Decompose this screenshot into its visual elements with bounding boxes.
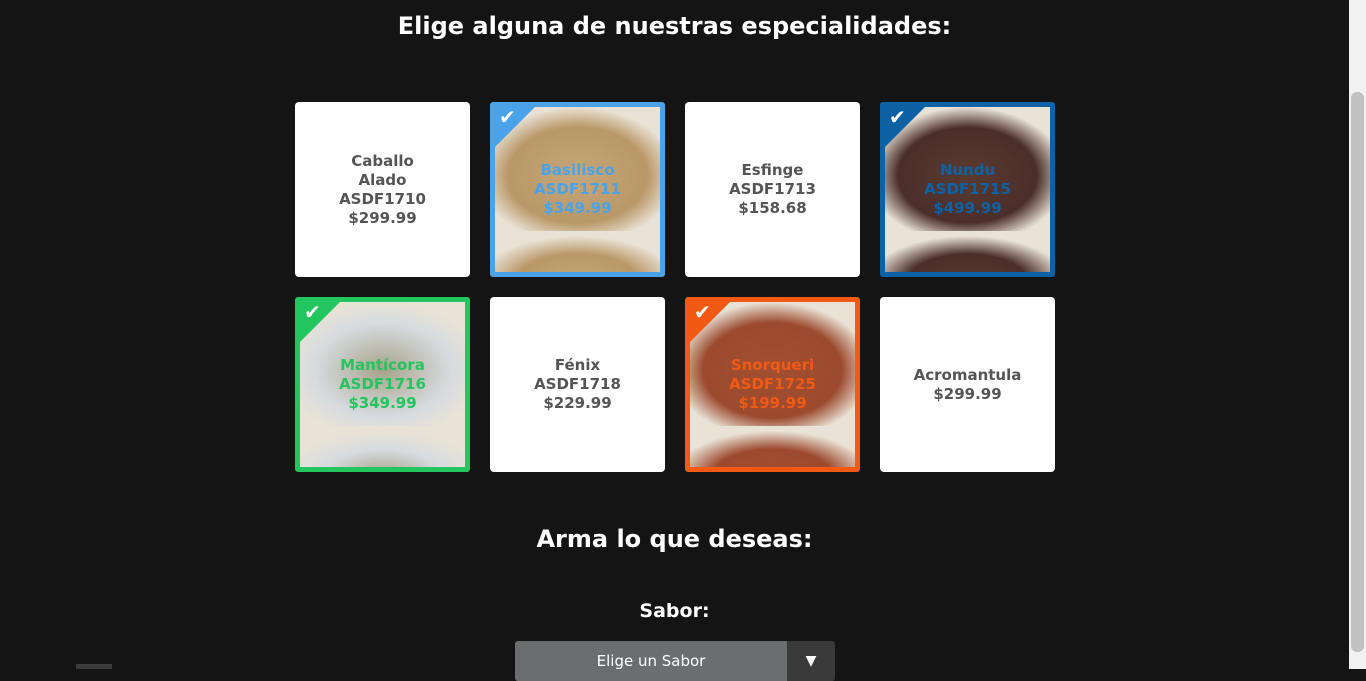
specialty-card-label: Fénix ASDF1718 $229.99 — [534, 356, 621, 412]
order-page: Elige alguna de nuestras especialidades:… — [0, 0, 1349, 681]
specialty-card-label: Nundu ASDF1715 $499.99 — [924, 161, 1011, 217]
cinnamon-cream-cake-photo-repeat — [885, 231, 1050, 272]
flavor-select[interactable]: Elige un Sabor ▼ — [515, 641, 835, 681]
specialty-card[interactable]: ✔ Snorqueri ASDF1725 $199.99 — [685, 297, 860, 472]
check-icon: ✔ — [304, 300, 321, 324]
bottom-left-widget — [76, 664, 112, 669]
check-icon: ✔ — [889, 105, 906, 129]
specialty-card[interactable]: Acromantula $299.99 — [880, 297, 1055, 472]
bundt-cake-photo-repeat — [690, 426, 855, 467]
specialty-card[interactable]: ✔ Basilisco ASDF1711 $349.99 — [490, 102, 665, 277]
page-scrollbar[interactable] — [1349, 0, 1366, 669]
specialty-card[interactable]: Fénix ASDF1718 $229.99 — [490, 297, 665, 472]
build-title: Arma lo que deseas: — [536, 525, 813, 553]
specialties-grid: Caballo Alado ASDF1710 $299.99 ✔ Basilisco… — [295, 102, 1055, 472]
nut-fruit-cake-photo-repeat — [495, 231, 660, 272]
specialty-card-label: Caballo Alado ASDF1710 $299.99 — [339, 151, 426, 227]
specialty-card-label: Snorqueri ASDF1725 $199.99 — [729, 356, 816, 412]
flavor-select-value: Elige un Sabor — [515, 641, 787, 681]
specialty-card-label: Acromantula $299.99 — [913, 365, 1022, 403]
specialties-title: Elige alguna de nuestras especialidades: — [397, 12, 952, 40]
specialty-card-label: Esfinge ASDF1713 $158.68 — [729, 161, 816, 217]
check-icon: ✔ — [499, 105, 516, 129]
chevron-down-icon[interactable]: ▼ — [787, 641, 835, 681]
flavor-label: Sabor: — [639, 600, 710, 622]
specialty-card-label: Basilisco ASDF1711 $349.99 — [534, 161, 621, 217]
specialty-card-label: Mantícora ASDF1716 $349.99 — [339, 356, 426, 412]
check-icon: ✔ — [694, 300, 711, 324]
scrollbar-thumb[interactable] — [1351, 92, 1364, 652]
specialty-card[interactable]: Esfinge ASDF1713 $158.68 — [685, 102, 860, 277]
specialty-card[interactable]: ✔ Mantícora ASDF1716 $349.99 — [295, 297, 470, 472]
carrot-cake-photo-repeat — [300, 426, 465, 467]
specialty-card[interactable]: Caballo Alado ASDF1710 $299.99 — [295, 102, 470, 277]
specialty-card[interactable]: ✔ Nundu ASDF1715 $499.99 — [880, 102, 1055, 277]
